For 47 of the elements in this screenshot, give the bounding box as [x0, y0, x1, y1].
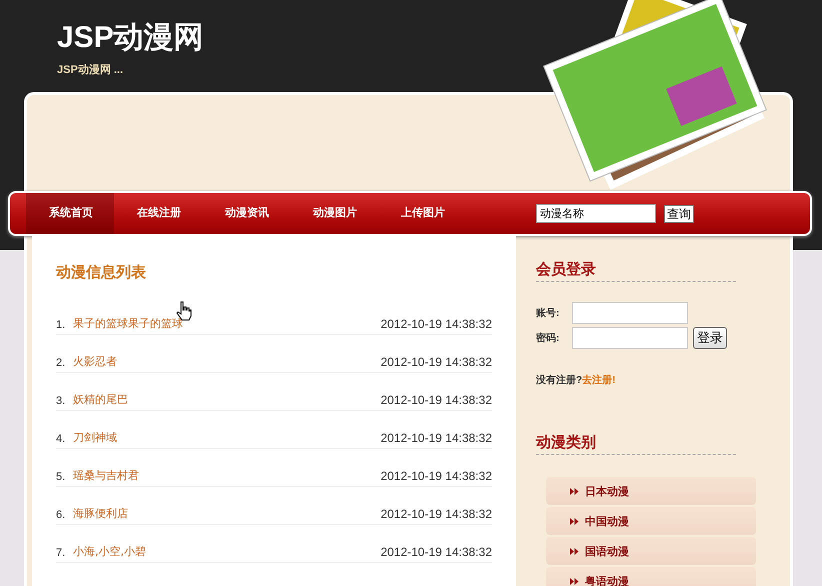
search-button[interactable]: 查询 [664, 204, 694, 222]
list-number: 6. [56, 509, 66, 521]
anime-link[interactable]: 海豚便利店 [73, 506, 128, 521]
input-field[interactable] [572, 302, 688, 324]
list-number: 1. [56, 319, 66, 331]
nav-link[interactable]: 上传图片 [378, 193, 466, 234]
double-arrow-icon [570, 578, 579, 584]
post-date: 2012-10-19 14:38:32 [380, 393, 492, 407]
anime-link[interactable]: 刀剑神域 [73, 430, 117, 445]
category-item[interactable]: 日本动漫 [546, 477, 756, 505]
list-number: 3. [56, 395, 66, 407]
double-arrow-icon [570, 548, 579, 554]
nav-link[interactable]: 动漫资讯 [202, 193, 290, 234]
section-heading: 会员登录 [536, 260, 736, 282]
nav-link[interactable]: 在线注册 [114, 193, 202, 234]
field-label: 密码: [536, 332, 560, 345]
anime-link[interactable]: 果子的篮球果子的篮球 [73, 316, 183, 331]
post-date: 2012-10-19 14:38:32 [380, 431, 492, 445]
category-item[interactable]: 中国动漫 [546, 507, 756, 535]
register-prompt: 没有注册?去注册! [536, 373, 616, 387]
double-arrow-icon [570, 518, 579, 524]
list-number: 7. [56, 547, 66, 559]
post-date: 2012-10-19 14:38:32 [380, 317, 492, 331]
anime-link[interactable]: 瑶桑与吉村君 [73, 468, 139, 483]
site-subtitle: JSP动漫网 ... [57, 63, 124, 77]
post-date: 2012-10-19 14:38:32 [380, 469, 492, 483]
section-heading: 动漫类别 [536, 433, 736, 455]
post-date: 2012-10-19 14:38:32 [380, 507, 492, 521]
double-arrow-icon [570, 488, 579, 494]
category-item[interactable]: 粤语动漫 [546, 567, 756, 586]
category-item[interactable]: 国语动漫 [546, 537, 756, 565]
nav-link[interactable]: 系统首页 [26, 193, 114, 234]
post-date: 2012-10-19 14:38:32 [380, 545, 492, 559]
section-heading: 动漫信息列表 [56, 263, 146, 282]
anime-link[interactable]: 小海,小空,小碧 [73, 544, 146, 559]
list-number: 4. [56, 433, 66, 445]
list-number: 5. [56, 471, 66, 483]
login-button[interactable]: 登录 [693, 327, 727, 349]
field-label: 账号: [536, 306, 560, 320]
anime-link[interactable]: 火影忍者 [73, 354, 117, 369]
search-field[interactable]: 动漫名称 [536, 204, 656, 223]
nav-link[interactable]: 动漫图片 [290, 193, 378, 234]
site-title: JSP动漫网 [57, 20, 204, 56]
input-field[interactable] [572, 327, 688, 349]
anime-link[interactable]: 妖精的尾巴 [73, 392, 128, 407]
post-date: 2012-10-19 14:38:32 [380, 355, 492, 369]
list-number: 2. [56, 357, 66, 369]
